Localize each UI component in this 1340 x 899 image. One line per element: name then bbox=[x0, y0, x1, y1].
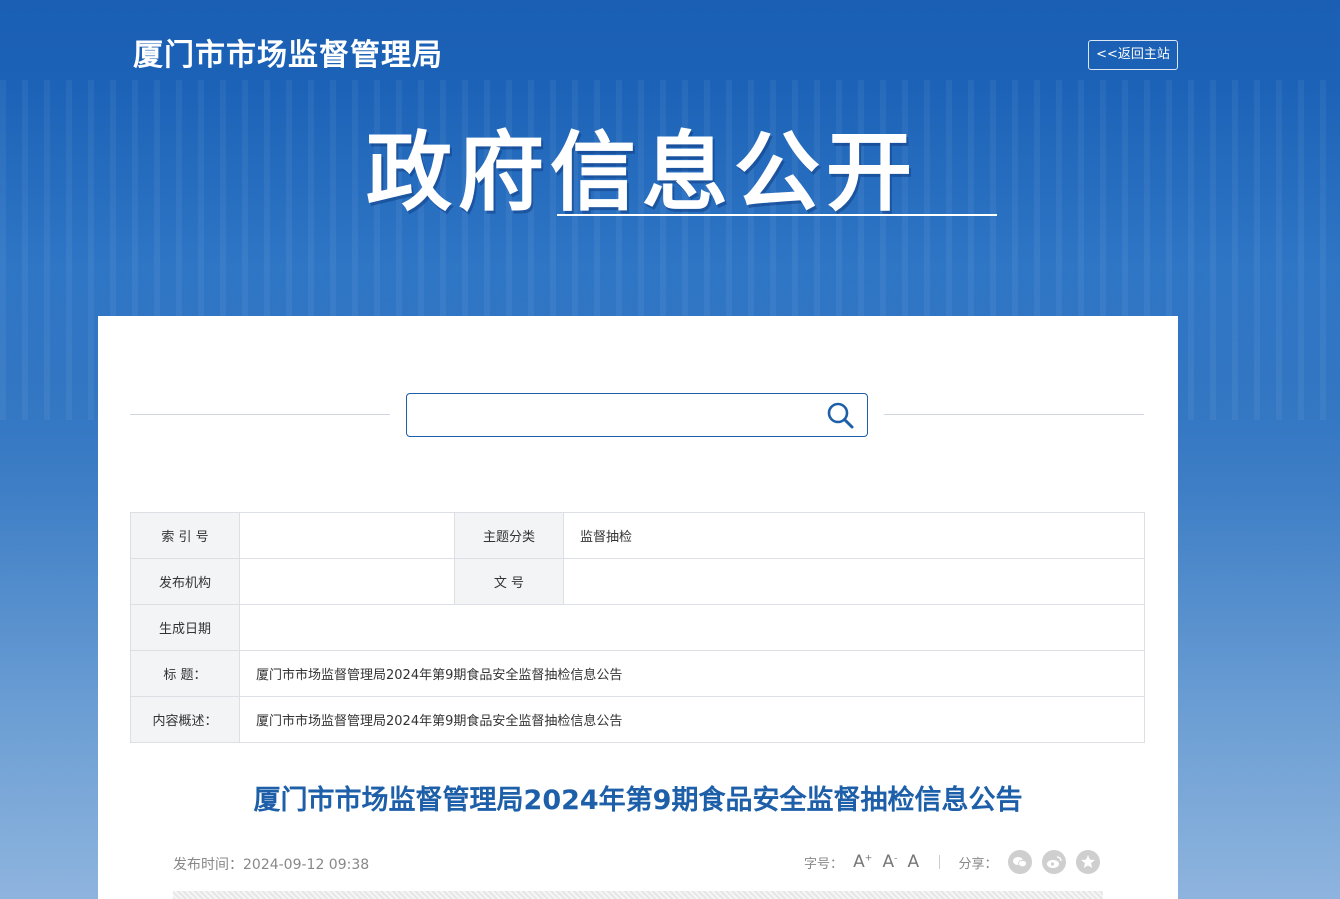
search-input[interactable] bbox=[413, 398, 817, 432]
font-medium-glyph: A bbox=[882, 852, 895, 872]
info-table: 索 引 号 主题分类 监督抽检 发布机构 文 号 生成日期 标 题： 厦门市市场… bbox=[130, 512, 1145, 743]
favorite-icon[interactable] bbox=[1075, 850, 1100, 874]
search-divider-right bbox=[884, 414, 1144, 415]
font-medium-button[interactable]: A- bbox=[882, 852, 897, 872]
article-title: 厦门市市场监督管理局2024年第9期食品安全监督抽检信息公告 bbox=[253, 785, 1023, 816]
font-small-button[interactable]: A bbox=[908, 852, 920, 872]
back-to-main-button[interactable]: <<返回主站 bbox=[1088, 40, 1178, 70]
index-value bbox=[239, 512, 455, 559]
title-label: 标 题： bbox=[130, 650, 240, 697]
table-row: 标 题： 厦门市市场监督管理局2024年第9期食品安全监督抽检信息公告 bbox=[130, 650, 1145, 697]
search-icon[interactable] bbox=[825, 400, 855, 430]
publish-time: 发布时间：2024-09-12 09:38 bbox=[173, 857, 370, 873]
font-large-button[interactable]: A+ bbox=[853, 852, 872, 872]
content-panel: 索 引 号 主题分类 监督抽检 发布机构 文 号 生成日期 标 题： 厦门市市场… bbox=[98, 316, 1178, 899]
tools-divider bbox=[939, 855, 941, 869]
table-row: 内容概述： 厦门市市场监督管理局2024年第9期食品安全监督抽检信息公告 bbox=[130, 696, 1145, 743]
index-label: 索 引 号 bbox=[130, 512, 240, 559]
date-label: 生成日期 bbox=[130, 604, 240, 651]
table-row: 发布机构 文 号 bbox=[130, 558, 1145, 605]
font-size-label: 字号： bbox=[804, 856, 844, 872]
search-divider-left bbox=[130, 414, 390, 415]
banner-title: 政府信息公开 bbox=[366, 123, 918, 223]
topic-label: 主题分类 bbox=[454, 512, 564, 559]
topic-value: 监督抽检 bbox=[563, 512, 1145, 559]
summary-label: 内容概述： bbox=[130, 696, 240, 743]
summary-value: 厦门市市场监督管理局2024年第9期食品安全监督抽检信息公告 bbox=[239, 696, 1145, 743]
weibo-icon[interactable] bbox=[1041, 850, 1066, 874]
article-tools: 字号： A+ A- A 分享： bbox=[804, 850, 1100, 878]
table-row: 索 引 号 主题分类 监督抽检 bbox=[130, 512, 1145, 559]
font-large-glyph: A bbox=[853, 852, 865, 872]
publisher-value bbox=[239, 558, 455, 605]
site-title: 厦门市市场监督管理局 bbox=[133, 38, 443, 73]
wechat-icon[interactable] bbox=[1007, 850, 1032, 874]
publisher-label: 发布机构 bbox=[130, 558, 240, 605]
search-box bbox=[406, 393, 868, 437]
banner-underline bbox=[557, 214, 997, 216]
share-label: 分享： bbox=[958, 856, 998, 872]
docno-value bbox=[563, 558, 1145, 605]
date-value bbox=[239, 604, 1145, 651]
title-value: 厦门市市场监督管理局2024年第9期食品安全监督抽检信息公告 bbox=[239, 650, 1145, 697]
content-divider bbox=[173, 891, 1103, 899]
table-row: 生成日期 bbox=[130, 604, 1145, 651]
docno-label: 文 号 bbox=[454, 558, 564, 605]
